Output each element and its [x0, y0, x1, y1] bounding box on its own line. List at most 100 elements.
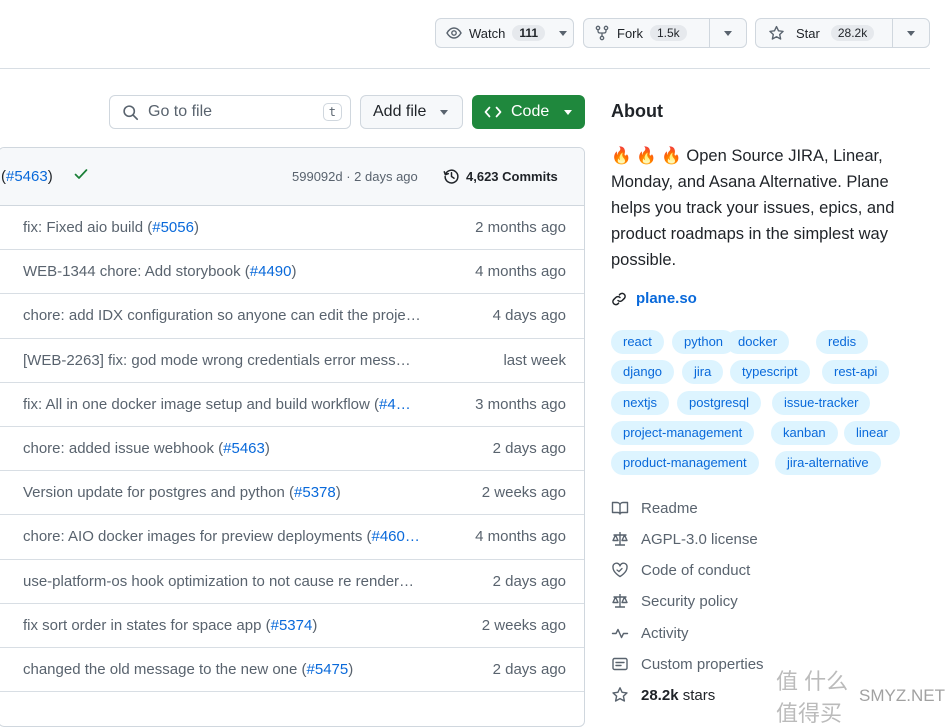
commit-message-text: fix sort order in states for space app ( — [23, 616, 271, 634]
commit-message[interactable]: fix: Fixed aio build (#5056) — [23, 219, 437, 236]
topic-tag[interactable]: rest-api — [822, 360, 890, 384]
topic-tag[interactable]: issue-tracker — [772, 391, 871, 415]
commit-message-text: chore: add IDX configuration so anyone c… — [23, 307, 421, 325]
topic-tag[interactable]: product-management — [611, 451, 759, 475]
website-link[interactable]: plane.so — [611, 290, 697, 307]
stars-count: 28.2k — [641, 686, 679, 704]
star-dropdown[interactable] — [892, 19, 929, 47]
commit-message[interactable]: changed the old message to the new one (… — [23, 661, 437, 678]
topic-tag[interactable]: postgresql — [677, 391, 761, 415]
chevron-down-icon — [724, 30, 733, 36]
activity-label: Activity — [641, 624, 689, 642]
table-row: chore: added issue webhook (#5463) 2 days… — [0, 427, 584, 472]
watch-count: 111 — [512, 25, 546, 41]
topic-tag[interactable]: django — [611, 360, 675, 384]
table-row: use-platform-os hook optimization to not… — [0, 560, 584, 604]
topic-tag[interactable]: project-management — [611, 421, 755, 445]
commit-message[interactable]: chore: AIO docker images for preview dep… — [23, 528, 437, 545]
commit-message[interactable]: fix sort order in states for space app (… — [23, 617, 437, 634]
commit-pr-link[interactable]: #5056 — [152, 219, 194, 236]
chevron-down-icon — [564, 109, 573, 115]
topic-tag[interactable]: nextjs — [611, 391, 669, 415]
topic-tag[interactable]: linear — [844, 421, 900, 445]
latest-commit-pr: (#5463) — [1, 168, 53, 185]
commit-time: 4 months ago — [475, 528, 566, 546]
history-icon — [443, 169, 459, 184]
commit-message[interactable]: use-platform-os hook optimization to not… — [23, 573, 437, 590]
watch-dropdown[interactable] — [553, 19, 573, 47]
license-link[interactable]: AGPL-3.0 license — [611, 530, 758, 548]
code-of-conduct-link[interactable]: Code of conduct — [611, 561, 750, 579]
fork-dropdown[interactable] — [709, 19, 746, 47]
star-label: Star — [796, 25, 820, 41]
commit-pr-link[interactable]: #5463 — [223, 440, 265, 457]
table-row: WEB-1344 chore: Add storybook (#4490) 4 m… — [0, 250, 584, 295]
table-row: chore: add IDX configuration so anyone c… — [0, 294, 584, 339]
commit-message-text: fix: All in one docker image setup and b… — [23, 395, 380, 413]
watermark-logo-text: 值 什么值得买 — [776, 669, 849, 726]
commit-pr-link[interactable]: #5378 — [294, 484, 336, 501]
code-icon — [484, 106, 502, 118]
commits-link[interactable]: 4,623 Commits — [443, 168, 558, 185]
latest-commit-pr-link[interactable]: #5463 — [6, 168, 48, 185]
table-row: fix sort order in states for space app (… — [0, 604, 584, 648]
commit-time: 2 days ago — [492, 572, 566, 590]
code-button[interactable]: Code — [472, 95, 585, 129]
commit-message[interactable]: WEB-1344 chore: Add storybook (#4490) — [23, 263, 437, 280]
star-button[interactable]: Star 28.2k — [755, 18, 930, 48]
custom-properties-label: Custom properties — [641, 655, 764, 673]
topic-tag[interactable]: redis — [816, 330, 869, 354]
stars-text: 28.2k stars — [641, 687, 715, 704]
search-icon — [123, 104, 139, 120]
commit-message-text: [WEB-2263] fix: god mode wrong credentia… — [23, 351, 411, 369]
commit-message[interactable]: fix: All in one docker image setup and b… — [23, 396, 437, 413]
check-icon — [74, 169, 88, 179]
commit-message-text: fix: Fixed aio build ( — [23, 219, 153, 237]
go-to-file-placeholder: Go to file — [148, 103, 213, 120]
topic-tag[interactable]: kanban — [771, 421, 838, 445]
commit-pr-link[interactable]: #5374 — [271, 617, 313, 634]
security-policy-link[interactable]: Security policy — [611, 592, 738, 610]
topic-tag[interactable]: react — [611, 330, 664, 354]
go-to-file-input[interactable]: Go to file t — [109, 95, 351, 129]
latest-commit-header: (#5463) 599092d · 2 days ago 4,623 Commi… — [0, 148, 584, 206]
commit-message-tail: ) — [291, 263, 297, 281]
shortcut-key: t — [322, 103, 342, 121]
commit-pr-link[interactable]: #460… — [372, 528, 420, 545]
fork-main[interactable]: Fork 1.5k — [584, 19, 709, 47]
commit-time: last week — [503, 351, 566, 369]
stars-suffix: stars — [678, 686, 716, 704]
commit-message[interactable]: Version update for postgres and python (… — [23, 484, 437, 501]
commit-message[interactable]: chore: add IDX configuration so anyone c… — [23, 307, 437, 324]
latest-commit-hash[interactable]: 599092d · 2 days ago — [292, 169, 418, 184]
eye-icon — [446, 27, 462, 39]
topic-tag[interactable]: jira — [682, 360, 724, 384]
watch-button[interactable]: Watch 111 — [435, 18, 574, 48]
fork-label: Fork — [617, 25, 643, 41]
watermark-site: SMYZ.NET — [859, 686, 945, 705]
topic-tag[interactable]: typescript — [730, 360, 810, 384]
stars-link[interactable]: 28.2k stars — [611, 686, 715, 704]
readme-link[interactable]: Readme — [611, 499, 698, 517]
commit-pr-link[interactable]: #5475 — [307, 661, 349, 678]
topic-tag[interactable]: docker — [726, 330, 790, 354]
fork-button[interactable]: Fork 1.5k — [583, 18, 747, 48]
commit-message[interactable]: [WEB-2263] fix: god mode wrong credentia… — [23, 352, 437, 369]
header-divider — [0, 68, 930, 69]
commit-message-tail: ) — [312, 616, 318, 634]
table-row: changed the old message to the new one (… — [0, 648, 584, 693]
activity-link[interactable]: Activity — [611, 624, 689, 642]
commit-message-tail: ) — [335, 484, 341, 502]
commit-message-tail: ) — [264, 440, 270, 458]
commit-message[interactable]: chore: added issue webhook (#5463) — [23, 440, 437, 457]
custom-properties-link[interactable]: Custom properties — [611, 655, 764, 673]
commit-pr-link[interactable]: #4… — [379, 396, 411, 413]
table-row: Version update for postgres and python (… — [0, 471, 584, 516]
table-row: [WEB-2263] fix: god mode wrong credentia… — [0, 339, 584, 383]
star-main[interactable]: Star 28.2k — [756, 19, 892, 47]
commit-message-text: changed the old message to the new one ( — [23, 660, 307, 678]
heart-handshake-icon — [612, 562, 628, 578]
topic-tag[interactable]: jira-alternative — [775, 451, 881, 475]
add-file-button[interactable]: Add file — [360, 95, 463, 129]
commit-pr-link[interactable]: #4490 — [250, 263, 292, 280]
